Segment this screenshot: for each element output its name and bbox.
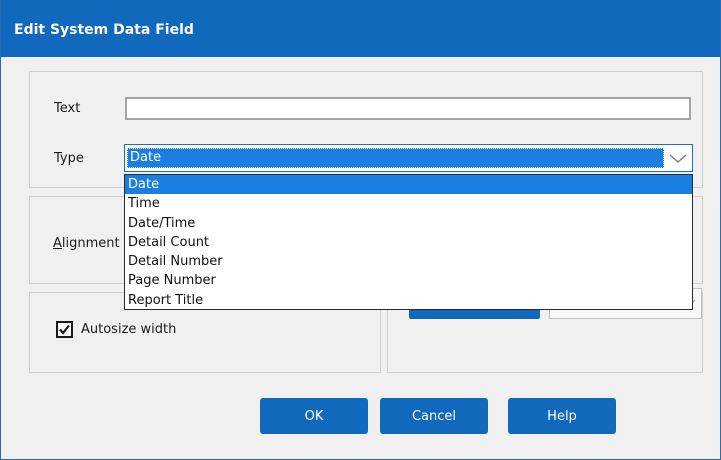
autosize-width-label[interactable]: Autosize width bbox=[81, 322, 176, 337]
alignment-label-mnemonic: A bbox=[53, 236, 62, 251]
type-option-detail-count[interactable]: Detail Count bbox=[125, 233, 692, 252]
checkmark-icon bbox=[59, 324, 70, 335]
help-button[interactable]: Help bbox=[508, 398, 616, 434]
type-option-date[interactable]: Date bbox=[125, 175, 692, 195]
text-label: Text bbox=[54, 101, 81, 116]
autosize-width-checkbox[interactable] bbox=[56, 321, 73, 338]
cancel-button[interactable]: Cancel bbox=[380, 398, 488, 434]
chevron-down-icon[interactable] bbox=[668, 149, 688, 167]
type-option-date-time[interactable]: Date/Time bbox=[125, 214, 692, 233]
edit-system-data-field-dialog: Edit System Data Field Text Type Date Al… bbox=[0, 0, 721, 460]
type-select[interactable]: Date bbox=[124, 144, 693, 172]
type-selected-value: Date bbox=[127, 148, 664, 168]
text-input[interactable] bbox=[125, 97, 691, 120]
alignment-label: Alignment bbox=[53, 236, 120, 251]
type-option-page-number[interactable]: Page Number bbox=[125, 271, 692, 290]
type-label: Type bbox=[54, 151, 84, 166]
title-bar[interactable]: Edit System Data Field bbox=[1, 0, 720, 57]
alignment-label-rest: lignment bbox=[61, 236, 120, 251]
type-dropdown-list[interactable]: Date Time Date/Time Detail Count Detail … bbox=[124, 174, 693, 310]
type-option-detail-number[interactable]: Detail Number bbox=[125, 252, 692, 271]
type-option-report-title[interactable]: Report Title bbox=[125, 291, 692, 310]
dialog-title: Edit System Data Field bbox=[14, 22, 194, 38]
type-option-time[interactable]: Time bbox=[125, 194, 692, 213]
ok-button[interactable]: OK bbox=[260, 398, 368, 434]
